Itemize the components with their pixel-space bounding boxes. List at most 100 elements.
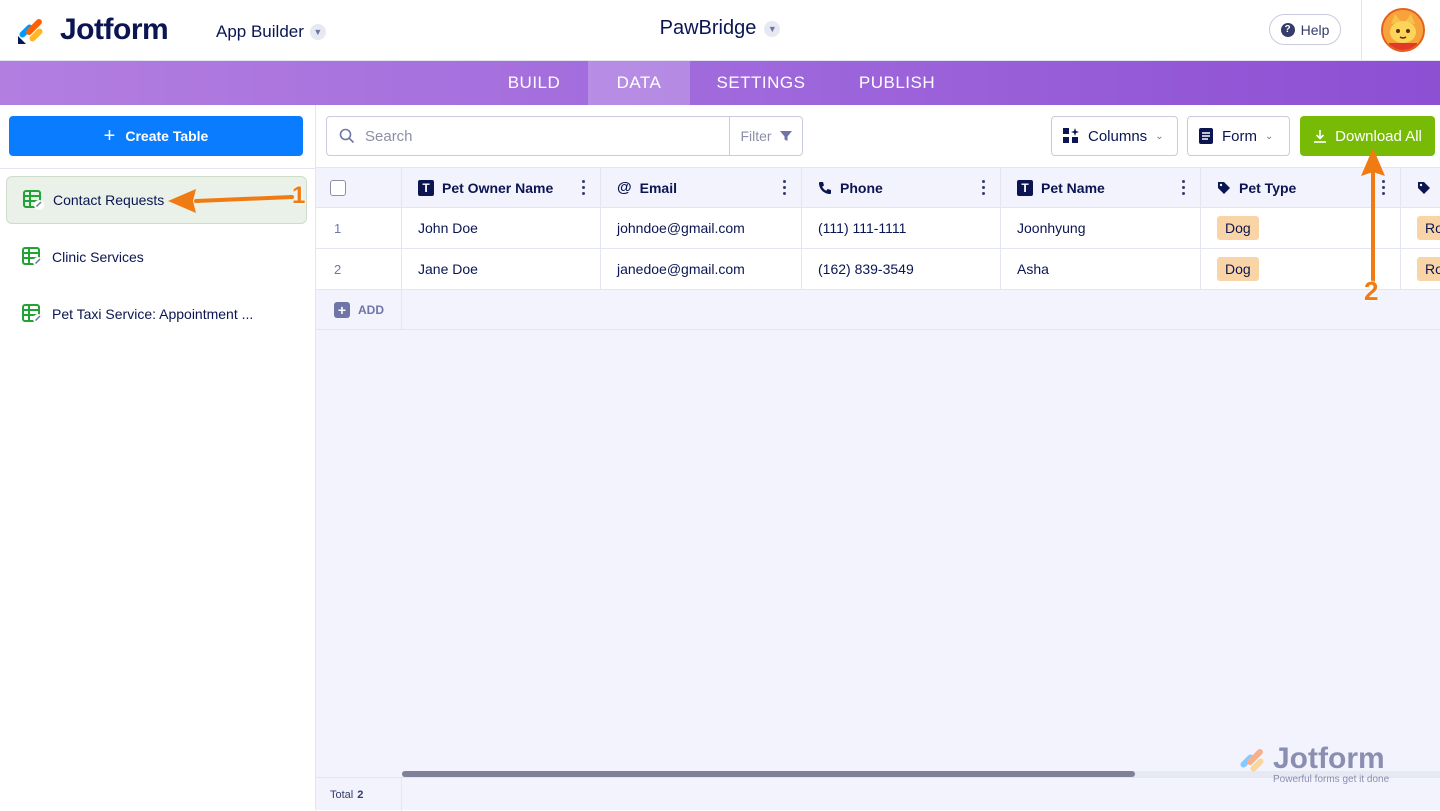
divider — [1361, 0, 1362, 61]
filter-label: Filter — [740, 128, 772, 144]
help-label: Help — [1300, 21, 1330, 38]
sidebar-item-contact-requests[interactable]: Contact Requests — [6, 176, 307, 224]
column-label: Pet Type — [1239, 179, 1297, 196]
column-menu-icon[interactable] — [982, 180, 986, 195]
total-label: Total — [330, 788, 354, 801]
text-icon: T — [1017, 179, 1033, 196]
data-view: Filter Columns ⌄ Form ⌄ — [316, 105, 1440, 811]
watermark-word: Jotform — [1273, 742, 1385, 775]
jotform-logo[interactable]: Jotform — [16, 13, 169, 47]
avatar[interactable] — [1381, 8, 1425, 52]
annotation-marker-2: 2 — [1364, 276, 1379, 306]
column-label: Email — [639, 179, 677, 196]
question-icon: ? — [1280, 22, 1295, 37]
at-icon: @ — [617, 179, 632, 196]
column-menu-icon[interactable] — [783, 180, 787, 195]
annotation-marker-1: 1 — [292, 182, 306, 209]
linked-table-icon — [22, 304, 43, 324]
cell-owner[interactable]: Jane Doe — [402, 249, 601, 289]
help-button[interactable]: ? Help — [1269, 14, 1341, 45]
tag-icon — [1218, 181, 1230, 194]
columns-icon — [1063, 128, 1079, 143]
jotform-logo-icon — [1240, 749, 1264, 772]
cell-pet-name[interactable]: Asha — [1001, 249, 1201, 289]
tab-data[interactable]: DATA — [588, 61, 690, 105]
table-header-row: T Pet Owner Name @ Email Phone T Pet Nam… — [316, 168, 1440, 208]
pet-type-tag: Dog — [1217, 216, 1259, 240]
column-header-phone[interactable]: Phone — [802, 168, 1001, 207]
add-row: + ADD — [316, 290, 1440, 330]
column-menu-icon[interactable] — [1382, 180, 1386, 195]
main-nav: BUILD DATA SETTINGS PUBLISH — [0, 61, 1440, 105]
sidebar-item-clinic-services[interactable]: Clinic Services — [6, 233, 307, 281]
tab-publish[interactable]: PUBLISH — [832, 61, 962, 105]
columns-label: Columns — [1088, 127, 1148, 145]
funnel-icon — [779, 131, 792, 141]
row-number: 1 — [316, 208, 402, 248]
chevron-down-icon: ⌄ — [1155, 130, 1164, 142]
chevron-down-icon: ▼ — [309, 24, 326, 40]
linked-table-icon — [22, 247, 43, 267]
cell-partial[interactable]: Ro — [1401, 249, 1440, 289]
columns-button[interactable]: Columns ⌄ — [1051, 116, 1178, 156]
divider — [0, 168, 316, 169]
sidebar-item-label: Clinic Services — [52, 249, 144, 265]
column-menu-icon[interactable] — [1182, 180, 1186, 195]
app-name: PawBridge — [659, 17, 757, 39]
cell-email[interactable]: johndoe@gmail.com — [601, 208, 802, 248]
cell-email[interactable]: janedoe@gmail.com — [601, 249, 802, 289]
tab-settings[interactable]: SETTINGS — [690, 61, 832, 105]
create-table-button[interactable]: + Create Table — [9, 116, 303, 156]
add-row-cell: + ADD — [316, 290, 402, 329]
form-icon — [1199, 128, 1213, 144]
form-button[interactable]: Form ⌄ — [1187, 116, 1290, 156]
column-header-partial[interactable] — [1401, 168, 1440, 207]
partial-tag: Ro — [1417, 257, 1440, 281]
add-row-button[interactable]: + ADD — [332, 301, 384, 318]
download-icon — [1314, 130, 1327, 143]
table-row[interactable]: 2 Jane Doe janedoe@gmail.com (162) 839-3… — [316, 249, 1440, 290]
table-row[interactable]: 1 John Doe johndoe@gmail.com (111) 111-1… — [316, 208, 1440, 249]
select-all-checkbox[interactable] — [330, 179, 346, 196]
add-label: ADD — [358, 302, 384, 317]
tab-build[interactable]: BUILD — [480, 61, 588, 105]
download-label: Download All — [1335, 127, 1422, 145]
table-toolbar: Filter Columns ⌄ Form ⌄ — [316, 105, 1440, 168]
cell-pet-type[interactable]: Dog — [1201, 208, 1401, 248]
column-menu-icon[interactable] — [582, 180, 586, 195]
plus-icon: + — [103, 125, 116, 147]
column-header-pet-name[interactable]: T Pet Name — [1001, 168, 1201, 207]
column-label: Pet Owner Name — [442, 179, 554, 196]
form-label: Form — [1222, 127, 1257, 145]
product-label: App Builder — [216, 22, 304, 41]
search-box — [326, 116, 730, 156]
sidebar-item-label: Pet Taxi Service: Appointment ... — [52, 306, 254, 322]
plus-icon: + — [334, 301, 350, 318]
cell-pet-name[interactable]: Joonhyung — [1001, 208, 1201, 248]
app-name-dropdown[interactable]: PawBridge ▼ — [660, 17, 781, 40]
filter-button[interactable]: Filter — [729, 116, 803, 156]
column-header-pet-owner-name[interactable]: T Pet Owner Name — [402, 168, 601, 207]
cell-partial[interactable]: Ro — [1401, 208, 1440, 248]
tables-sidebar: + Create Table Contact Requests Clinic S… — [0, 105, 316, 810]
sidebar-item-pet-taxi[interactable]: Pet Taxi Service: Appointment ... — [6, 290, 307, 338]
linked-table-icon — [23, 190, 44, 210]
cell-phone[interactable]: (111) 111-1111 — [802, 208, 1001, 248]
text-icon: T — [418, 179, 434, 196]
row-number: 2 — [316, 249, 402, 289]
download-all-button[interactable]: Download All — [1300, 116, 1435, 156]
total-value: 2 — [357, 788, 364, 801]
product-switcher[interactable]: App Builder ▼ — [216, 22, 326, 42]
phone-icon — [819, 181, 831, 194]
total-count: Total 2 — [316, 778, 402, 811]
cell-phone[interactable]: (162) 839-3549 — [802, 249, 1001, 289]
column-header-pet-type[interactable]: Pet Type — [1201, 168, 1401, 207]
cell-owner[interactable]: John Doe — [402, 208, 601, 248]
create-table-label: Create Table — [125, 128, 209, 144]
search-input[interactable] — [365, 127, 705, 145]
select-all-cell — [316, 168, 402, 207]
column-header-email[interactable]: @ Email — [601, 168, 802, 207]
search-icon — [339, 128, 355, 144]
column-label: Pet Name — [1041, 179, 1105, 196]
jotform-watermark: Jotform Powerful forms get it done — [1237, 742, 1407, 792]
